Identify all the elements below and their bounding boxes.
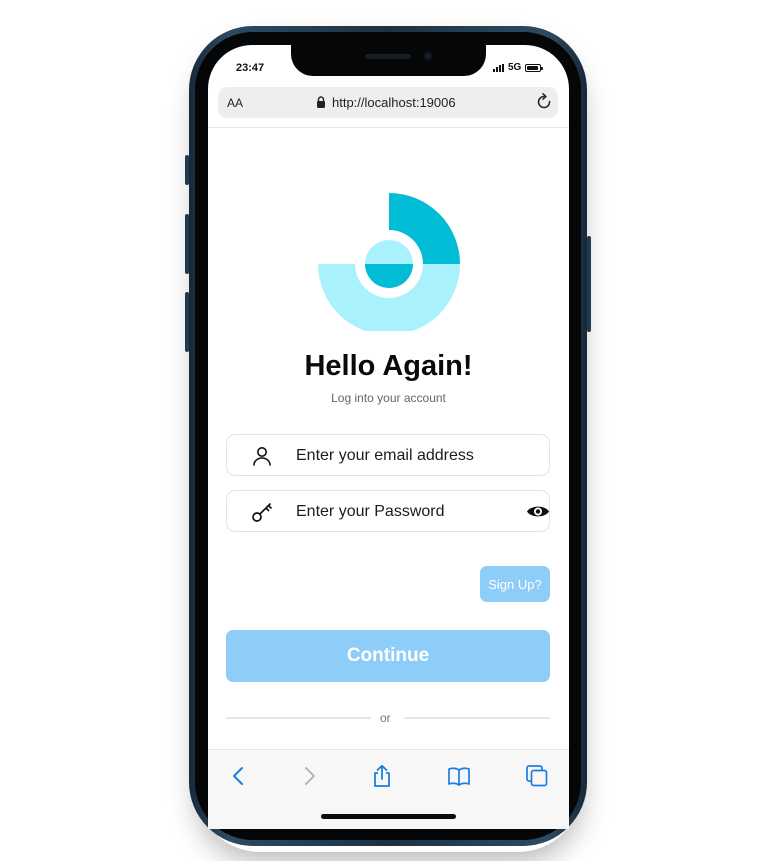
home-indicator	[321, 814, 456, 819]
share-icon[interactable]	[370, 764, 394, 788]
key-icon	[252, 503, 272, 522]
continue-button[interactable]: Continue	[226, 630, 550, 682]
back-icon[interactable]	[227, 764, 251, 788]
url-text[interactable]: http://localhost:19006	[332, 95, 456, 110]
url-bar-divider	[208, 127, 569, 128]
front-camera	[423, 51, 433, 61]
notch	[291, 44, 486, 76]
signal-icon	[493, 63, 504, 72]
speaker-grille	[365, 54, 411, 59]
bookmarks-icon[interactable]	[447, 764, 471, 788]
password-input[interactable]: Enter your Password	[296, 503, 445, 521]
network-type: 5G	[508, 62, 522, 73]
page-title: Hello Again!	[304, 350, 473, 382]
page-subtitle: Log into your account	[331, 391, 446, 405]
battery-icon	[525, 63, 544, 72]
status-indicators: 5G	[493, 62, 544, 73]
password-field[interactable]: Enter your Password	[226, 490, 550, 532]
power-button	[587, 236, 591, 332]
eye-icon[interactable]	[526, 504, 550, 519]
volume-up-button	[185, 214, 189, 274]
signup-button[interactable]: Sign Up?	[480, 566, 550, 602]
email-field[interactable]: Enter your email address	[226, 434, 550, 476]
lock-icon	[317, 96, 325, 108]
divider-label: or	[380, 711, 391, 725]
tabs-icon[interactable]	[525, 764, 549, 788]
reload-icon[interactable]	[535, 93, 553, 111]
volume-down-button	[185, 292, 189, 352]
status-time: 23:47	[236, 62, 265, 74]
silent-switch	[185, 155, 189, 185]
forward-icon[interactable]	[297, 764, 321, 788]
divider-line-right	[404, 717, 550, 719]
divider-line-left	[226, 717, 371, 719]
text-size-button[interactable]: AA	[227, 96, 243, 110]
app-logo	[318, 193, 460, 331]
user-icon	[253, 447, 271, 466]
email-input[interactable]: Enter your email address	[296, 447, 474, 465]
